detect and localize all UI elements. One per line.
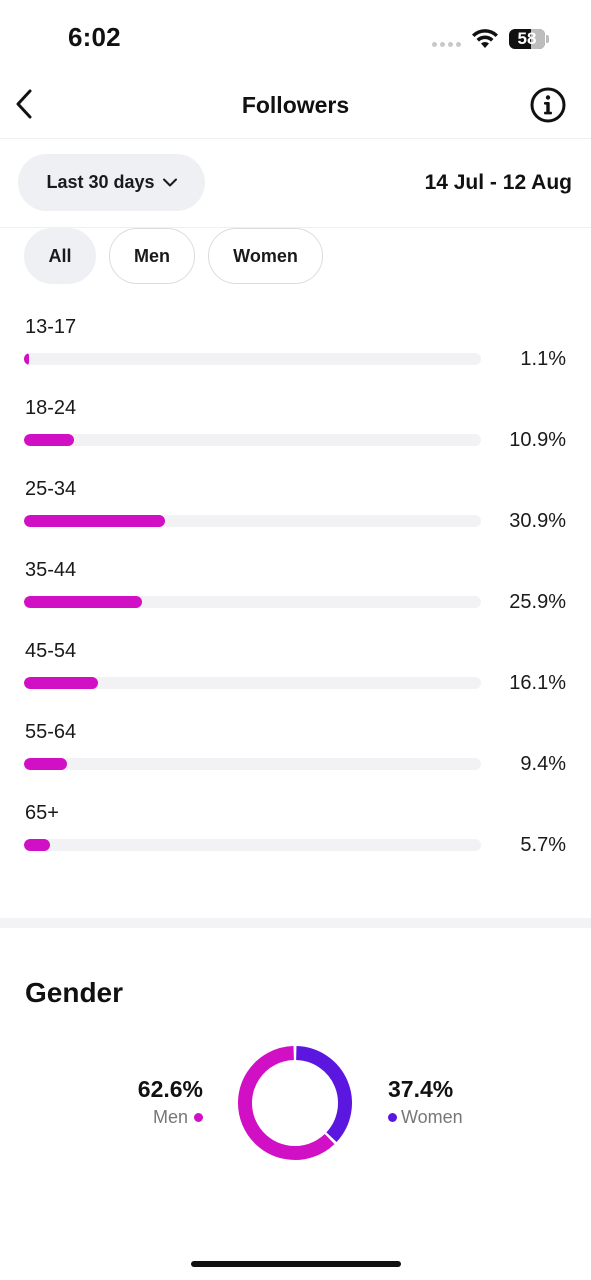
age-bar-fill (24, 515, 166, 527)
age-label: 18-24 (25, 397, 77, 419)
page-title: Followers (241, 92, 350, 118)
tab-men[interactable]: Men (109, 228, 195, 284)
age-label: 65+ (25, 802, 59, 824)
age-label: 13-17 (25, 316, 77, 338)
info-icon[interactable] (529, 86, 567, 124)
age-bar-fill (24, 434, 74, 446)
age-bar-fill (24, 596, 143, 608)
battery-level: 58 (517, 29, 537, 48)
age-bar-track (24, 434, 481, 446)
age-percentage: 5.7% (520, 834, 566, 856)
age-row: 45-54 16.1% (0, 636, 591, 717)
age-row: 55-64 9.4% (0, 717, 591, 798)
tab-women[interactable]: Women (208, 228, 323, 284)
women-legend: Women (388, 1107, 463, 1128)
age-row: 25-34 30.9% (0, 474, 591, 555)
date-range-dropdown-label: Last 30 days (46, 172, 155, 192)
status-bar: 6:02 58 (0, 0, 591, 76)
home-indicator (191, 1261, 401, 1267)
donut-segment-women (295, 1046, 352, 1142)
age-percentage: 16.1% (509, 672, 566, 694)
age-row: 65+ 5.7% (0, 798, 591, 879)
age-bar-track (24, 596, 481, 608)
age-label: 25-34 (25, 478, 77, 500)
cellular-signal-icon (432, 42, 461, 47)
women-percentage: 37.4% (388, 1076, 454, 1102)
battery-icon: 58 (509, 29, 545, 49)
age-percentage: 10.9% (509, 429, 566, 451)
gender-section-title: Gender (25, 977, 124, 1008)
chevron-down-icon (162, 178, 177, 187)
men-legend-dot (194, 1113, 203, 1122)
women-legend-dot (388, 1113, 397, 1122)
age-label: 45-54 (25, 640, 77, 662)
date-range-dropdown[interactable]: Last 30 days (18, 154, 205, 211)
age-percentage: 25.9% (509, 591, 566, 613)
age-label: 35-44 (25, 559, 77, 581)
age-bar-track (24, 515, 481, 527)
gender-filter-tabs: All Men Women (24, 228, 323, 286)
age-row: 18-24 10.9% (0, 393, 591, 474)
gender-donut-chart (238, 1046, 352, 1160)
women-legend-label: Women (401, 1107, 463, 1127)
date-range-row: Last 30 days 14 Jul - 12 Aug (0, 139, 591, 228)
age-bar-track (24, 839, 481, 851)
age-bar-fill (24, 677, 98, 689)
age-bar-fill (24, 353, 30, 365)
donut-segment-men (238, 1046, 335, 1160)
age-bar-fill (24, 758, 67, 770)
battery-tip (546, 35, 549, 43)
age-bar-track (24, 677, 481, 689)
age-bar-fill (24, 839, 51, 851)
age-bar-track (24, 758, 481, 770)
age-label: 55-64 (25, 721, 77, 743)
tab-all[interactable]: All (24, 228, 96, 284)
section-divider (0, 918, 591, 928)
wifi-icon (472, 29, 498, 48)
men-legend: Men (153, 1107, 203, 1128)
header: Followers (0, 76, 591, 139)
age-range-list: 13-17 1.1% 18-24 10.9% 25-34 30.9% 35-44… (0, 312, 591, 879)
age-bar-track (24, 353, 481, 365)
age-percentage: 30.9% (509, 510, 566, 532)
age-percentage: 1.1% (520, 348, 566, 370)
status-time: 6:02 (68, 22, 121, 52)
men-percentage: 62.6% (137, 1076, 203, 1102)
age-row: 35-44 25.9% (0, 555, 591, 636)
date-range-text: 14 Jul - 12 Aug (424, 171, 572, 194)
age-percentage: 9.4% (520, 753, 566, 775)
age-row: 13-17 1.1% (0, 312, 591, 393)
men-legend-label: Men (152, 1107, 188, 1127)
